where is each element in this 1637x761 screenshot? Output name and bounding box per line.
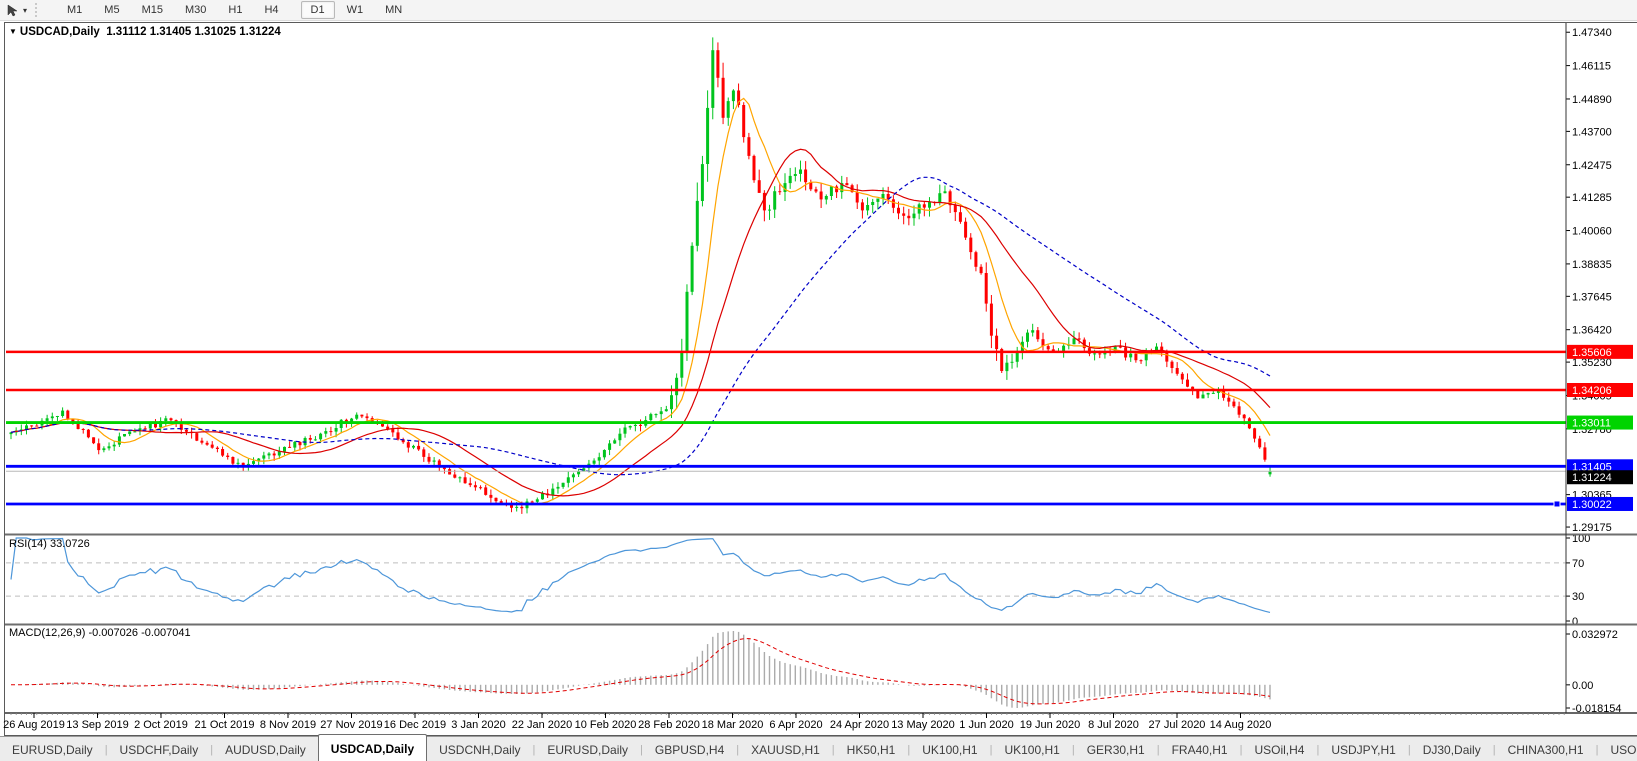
svg-text:19 Jun 2020: 19 Jun 2020	[1020, 719, 1081, 731]
svg-text:8 Nov 2019: 8 Nov 2019	[260, 719, 316, 731]
chart-window[interactable]: 1.47340 1.46115 1.44890 1.43700 1.42475 1.412…	[3, 22, 1637, 736]
svg-text:70: 70	[1572, 558, 1584, 570]
candles-layer	[9, 37, 1272, 514]
chart-tab-uk100-h1[interactable]: UK100,H1	[910, 738, 989, 761]
svg-text:14 Aug 2020: 14 Aug 2020	[1210, 719, 1272, 731]
chart-tab-eurusd-daily[interactable]: EURUSD,Daily	[0, 738, 105, 761]
svg-text:10 Feb 2020: 10 Feb 2020	[575, 719, 637, 731]
svg-text:0.032972: 0.032972	[1572, 629, 1618, 641]
chart-tab-china300-h1[interactable]: CHINA300,H1	[1496, 738, 1596, 761]
svg-text:1.41285: 1.41285	[1572, 192, 1612, 204]
chart-tab-usdcnh-daily[interactable]: USDCNH,Daily	[427, 738, 532, 761]
chart-tab-hk50-h1[interactable]: HK50,H1	[835, 738, 908, 761]
chart-title-ohlc: 1.31112 1.31405 1.31025 1.31224	[106, 26, 281, 38]
svg-text:30: 30	[1572, 591, 1584, 603]
svg-text:1.30022: 1.30022	[1572, 499, 1612, 511]
chart-tab-usoil-h4[interactable]: USOil,H4	[1242, 738, 1316, 761]
svg-text:6 Apr 2020: 6 Apr 2020	[769, 719, 822, 731]
svg-text:27 Nov 2019: 27 Nov 2019	[320, 719, 382, 731]
chart-tab-ger30-h1[interactable]: GER30,H1	[1075, 738, 1157, 761]
chart-tabs: EURUSD,Daily | USDCHF,Daily | AUDUSD,Daily US…	[0, 734, 1637, 761]
rsi-line	[10, 537, 1271, 613]
svg-text:0: 0	[1572, 616, 1578, 628]
svg-text:0.00: 0.00	[1572, 680, 1593, 692]
symbol-dropdown-icon[interactable]: ▼	[9, 27, 17, 36]
svg-text:1.35606: 1.35606	[1572, 347, 1612, 359]
svg-text:1.46115: 1.46115	[1572, 61, 1611, 73]
chart-tab-eurusd-daily[interactable]: EURUSD,Daily	[535, 738, 640, 761]
svg-text:18 Mar 2020: 18 Mar 2020	[702, 719, 764, 731]
chart-tab-usdjpy-h1[interactable]: USDJPY,H1	[1319, 738, 1407, 761]
svg-text:1.47340: 1.47340	[1572, 27, 1612, 39]
svg-text:1.35230: 1.35230	[1572, 357, 1612, 369]
chart-canvas[interactable]: 1.47340 1.46115 1.44890 1.43700 1.42475 1.412…	[1, 1, 1637, 761]
svg-text:1.38835: 1.38835	[1572, 259, 1612, 271]
chart-tab-gbpusd-h4[interactable]: GBPUSD,H4	[643, 738, 736, 761]
chart-tab-dj30-daily[interactable]: DJ30,Daily	[1411, 738, 1493, 761]
chart-title[interactable]: ▼ USDCAD,Daily 1.31112 1.31405 1.31025 1.…	[9, 26, 281, 38]
svg-text:13 Sep 2019: 13 Sep 2019	[66, 719, 128, 731]
chart-tab-usoil-h1[interactable]: USOil,H1	[1598, 738, 1637, 761]
svg-text:2 Oct 2019: 2 Oct 2019	[134, 719, 188, 731]
rsi-indicator-label: RSI(14) 33.0726	[9, 538, 90, 550]
svg-text:1.43700: 1.43700	[1572, 126, 1612, 138]
chart-tab-uk100-h1[interactable]: UK100,H1	[992, 738, 1071, 761]
svg-text:13 May 2020: 13 May 2020	[891, 719, 955, 731]
macd-signal-line	[11, 638, 1271, 705]
ma-line-20	[10, 148, 1271, 497]
chart-tab-audusd-daily[interactable]: AUDUSD,Daily	[213, 738, 318, 761]
svg-text:22 Jan 2020: 22 Jan 2020	[512, 719, 573, 731]
svg-text:21 Oct 2019: 21 Oct 2019	[195, 719, 255, 731]
svg-text:28 Feb 2020: 28 Feb 2020	[638, 719, 700, 731]
chart-tab-xauusd-h1[interactable]: XAUUSD,H1	[739, 738, 832, 761]
chart-tab-usdchf-daily[interactable]: USDCHF,Daily	[108, 738, 211, 761]
svg-text:1.36420: 1.36420	[1572, 325, 1612, 337]
svg-text:3 Jan 2020: 3 Jan 2020	[451, 719, 505, 731]
chart-tab-bar: EURUSD,Daily | USDCHF,Daily | AUDUSD,Daily US…	[0, 734, 1637, 761]
svg-text:1.33011: 1.33011	[1572, 418, 1611, 430]
svg-text:27 Jul 2020: 27 Jul 2020	[1149, 719, 1206, 731]
chart-tab-usdcad-daily[interactable]: USDCAD,Daily	[317, 734, 428, 761]
svg-text:1.42475: 1.42475	[1572, 160, 1612, 172]
svg-text:1.34206: 1.34206	[1572, 385, 1612, 397]
svg-text:24 Apr 2020: 24 Apr 2020	[830, 719, 889, 731]
svg-text:1 Jun 2020: 1 Jun 2020	[959, 719, 1013, 731]
chart-title-symbol: USDCAD,Daily	[19, 26, 100, 38]
svg-text:1.40060: 1.40060	[1572, 226, 1612, 238]
macd-indicator-label: MACD(12,26,9) -0.007026 -0.007041	[9, 627, 191, 639]
ma-line-8	[10, 97, 1271, 506]
chart-tab-fra40-h1[interactable]: FRA40,H1	[1160, 738, 1240, 761]
macd-histogram	[20, 631, 1271, 708]
trading-platform-window: ▾ M1 M5 M15 M30 H1 H4 D1 W1 MN 1.47340 1.46115 1.4…	[0, 0, 1637, 761]
svg-text:1.44890: 1.44890	[1572, 94, 1612, 106]
svg-text:1.31224: 1.31224	[1572, 472, 1612, 484]
svg-text:16 Dec 2019: 16 Dec 2019	[384, 719, 446, 731]
svg-text:1.37645: 1.37645	[1572, 291, 1612, 303]
svg-text:8 Jul 2020: 8 Jul 2020	[1088, 719, 1139, 731]
svg-text:26 Aug 2019: 26 Aug 2019	[3, 719, 65, 731]
